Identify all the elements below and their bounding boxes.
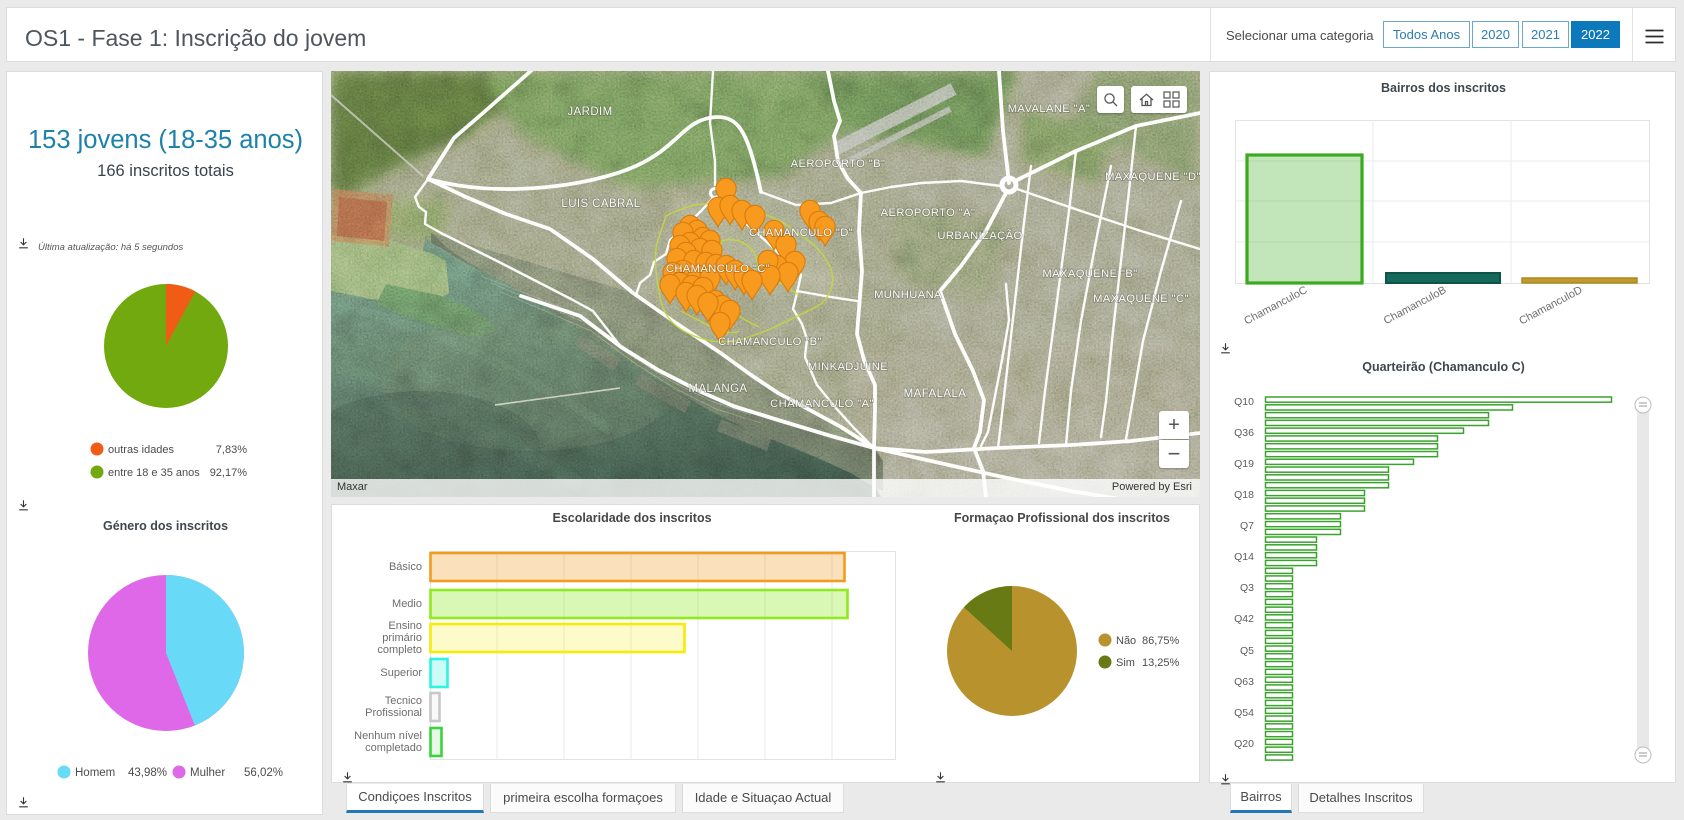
svg-text:AEROPORTO "A": AEROPORTO "A": [881, 207, 976, 219]
svg-text:MUNHUANA: MUNHUANA: [874, 289, 942, 301]
svg-text:entre 18 e 35 anos: entre 18 e 35 anos: [108, 467, 200, 479]
svg-text:Homem: Homem: [75, 767, 115, 779]
svg-text:MAFALALA: MAFALALA: [904, 388, 967, 400]
svg-text:CHAMANCULO "C": CHAMANCULO "C": [666, 263, 770, 275]
svg-text:Mulher: Mulher: [190, 767, 225, 779]
svg-text:AEROPORTO "B": AEROPORTO "B": [791, 158, 886, 170]
svg-text:MAXAQUENE "C": MAXAQUENE "C": [1093, 293, 1189, 305]
svg-text:MAVALANE "A": MAVALANE "A": [1008, 103, 1091, 115]
svg-text:92,17%: 92,17%: [210, 467, 248, 479]
svg-text:43,98%: 43,98%: [128, 767, 167, 779]
svg-text:CHAMANCULO "A": CHAMANCULO "A": [770, 398, 874, 410]
svg-text:Sim: Sim: [1116, 657, 1135, 669]
svg-text:MAXAQUENE "D": MAXAQUENE "D": [1105, 171, 1200, 183]
svg-text:13,25%: 13,25%: [1142, 657, 1180, 669]
svg-text:CHAMANCULO "B": CHAMANCULO "B": [718, 336, 822, 348]
svg-text:86,75%: 86,75%: [1142, 635, 1180, 647]
svg-text:MALANGA: MALANGA: [688, 383, 747, 395]
svg-text:URBANIZAÇÃO: URBANIZAÇÃO: [937, 229, 1022, 242]
svg-text:56,02%: 56,02%: [244, 767, 283, 779]
svg-text:MAXAQUENE "B": MAXAQUENE "B": [1042, 268, 1137, 280]
svg-text:LUIS CABRAL: LUIS CABRAL: [561, 198, 640, 210]
svg-text:MINKADJUINE: MINKADJUINE: [808, 361, 888, 373]
svg-text:Não: Não: [1116, 635, 1136, 647]
svg-text:ChamanculoC: ChamanculoC: [1242, 284, 1309, 327]
svg-text:ChamanculoB: ChamanculoB: [1382, 284, 1449, 327]
svg-text:CHAMANCULO "D": CHAMANCULO "D": [749, 227, 853, 239]
svg-text:7,83%: 7,83%: [216, 444, 247, 456]
svg-text:JARDIM: JARDIM: [567, 106, 612, 118]
svg-text:ChamanculoD: ChamanculoD: [1517, 284, 1584, 327]
svg-text:outras idades: outras idades: [108, 444, 175, 456]
